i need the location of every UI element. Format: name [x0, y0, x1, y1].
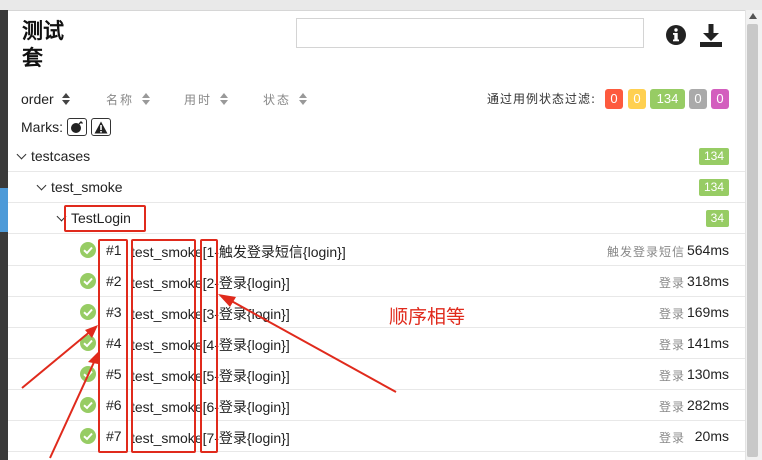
annotation-arrow	[49, 359, 96, 459]
annotation-text: 顺序相等	[389, 306, 466, 328]
annotation-arrow	[21, 329, 93, 389]
annotation-arrows	[21, 294, 397, 459]
annotation-arrow	[225, 297, 397, 393]
arrow-head-icon	[85, 325, 98, 338]
arrow-head-icon	[218, 294, 236, 307]
scrollbar-thumb[interactable]	[747, 24, 758, 457]
arrow-head-icon	[88, 352, 98, 364]
scroll-up-arrow-icon[interactable]	[749, 13, 757, 19]
